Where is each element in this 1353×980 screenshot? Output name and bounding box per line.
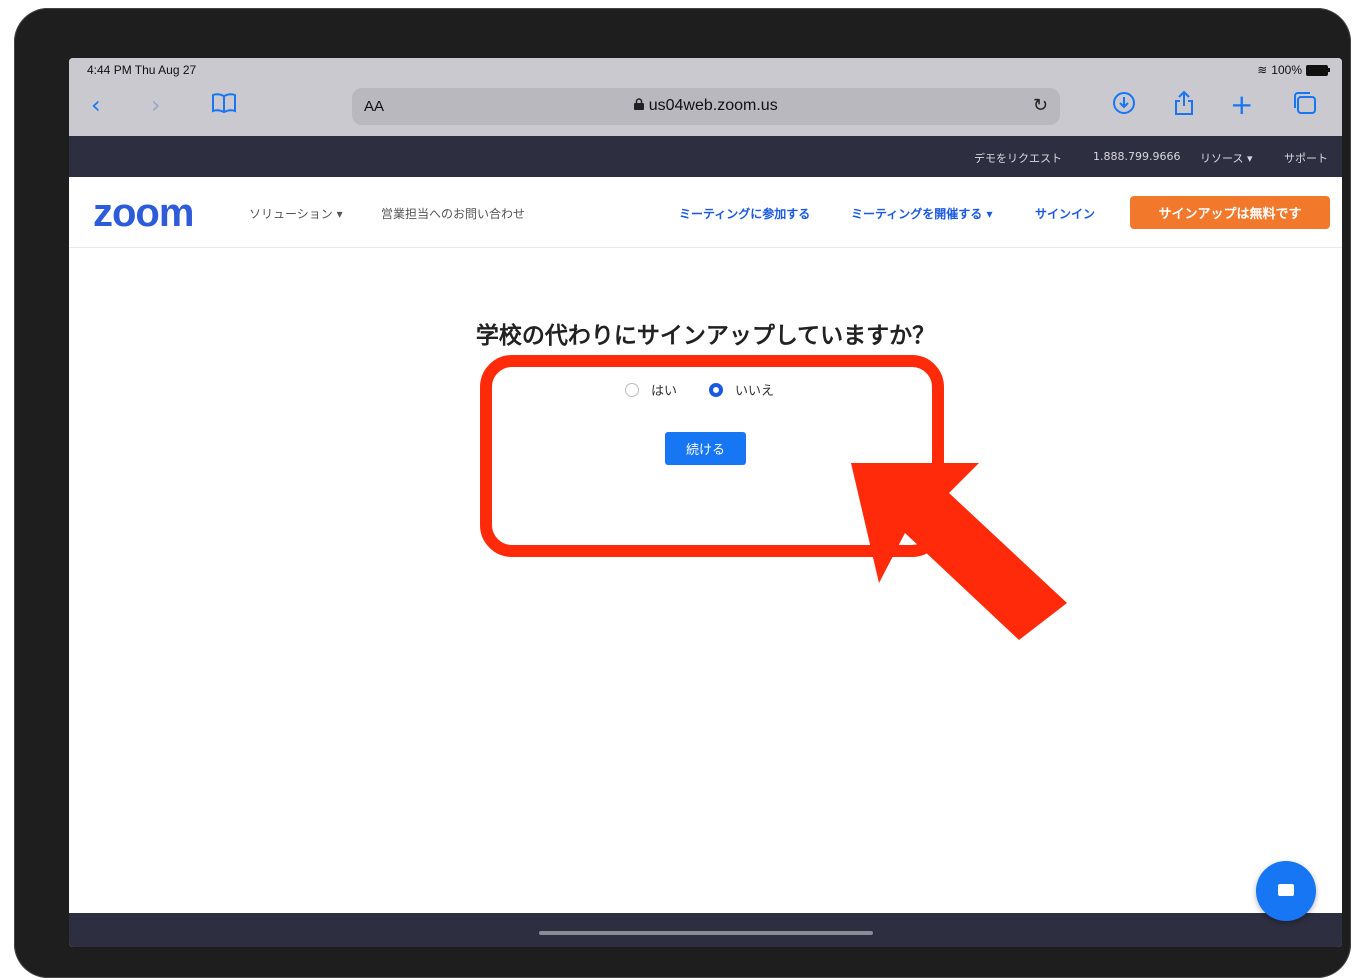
url-display[interactable]: us04web.zoom.us	[352, 97, 1060, 115]
home-indicator[interactable]	[539, 931, 873, 935]
page-question: 学校の代わりにサインアップしていますか？	[475, 323, 936, 349]
battery-percent: 100%	[1271, 63, 1302, 77]
contact-sales-link[interactable]: 営業担当へのお問い合わせ	[381, 205, 525, 222]
wifi-icon: ≋	[1257, 63, 1268, 77]
forward-icon[interactable]: ›	[151, 90, 161, 120]
address-bar[interactable]: AA us04web.zoom.us ↻	[352, 88, 1060, 125]
bookmarks-icon[interactable]	[211, 91, 237, 121]
battery-icon	[1306, 64, 1330, 76]
reload-icon[interactable]: ↻	[1033, 95, 1048, 116]
lock-icon	[634, 97, 648, 114]
annotation-arrow-icon	[851, 463, 1067, 640]
zoom-logo[interactable]: zoom	[93, 191, 194, 236]
sign-up-free-button[interactable]: サインアップは無料です	[1130, 196, 1330, 229]
screen: 4:44 PM Thu Aug 27 ≋ 100% ‹ › AA us04web…	[69, 58, 1342, 947]
url-text: us04web.zoom.us	[648, 97, 778, 114]
host-meeting-menu[interactable]: ミーティングを開催する ▾	[851, 205, 992, 222]
site-header: zoom ソリューション ▾ 営業担当へのお問い合わせ ミーティングに参加する …	[69, 177, 1342, 248]
download-icon[interactable]	[1112, 91, 1136, 122]
browser-toolbar: 4:44 PM Thu Aug 27 ≋ 100% ‹ › AA us04web…	[69, 58, 1342, 136]
sign-in-link[interactable]: サインイン	[1035, 205, 1095, 222]
request-demo-link[interactable]: デモをリクエスト	[974, 150, 1062, 166]
phone-number[interactable]: 1.888.799.9666	[1093, 150, 1180, 163]
tabs-icon[interactable]	[1292, 91, 1318, 122]
chat-icon[interactable]	[1256, 861, 1316, 921]
resources-menu[interactable]: リソース ▾	[1200, 150, 1252, 166]
page-footer	[69, 913, 1342, 947]
status-indicators: ≋ 100%	[1257, 63, 1330, 77]
support-link[interactable]: サポート	[1284, 150, 1328, 166]
share-icon[interactable]	[1172, 90, 1196, 123]
utility-bar: デモをリクエスト 1.888.799.9666 リソース ▾ サポート	[69, 136, 1342, 177]
join-meeting-link[interactable]: ミーティングに参加する	[679, 205, 810, 222]
solutions-menu[interactable]: ソリューション ▾	[249, 205, 343, 222]
tablet-frame: 4:44 PM Thu Aug 27 ≋ 100% ‹ › AA us04web…	[14, 8, 1351, 978]
new-tab-icon[interactable]: +	[1230, 90, 1253, 120]
back-icon[interactable]: ‹	[91, 90, 101, 120]
status-time: 4:44 PM Thu Aug 27	[87, 63, 197, 77]
